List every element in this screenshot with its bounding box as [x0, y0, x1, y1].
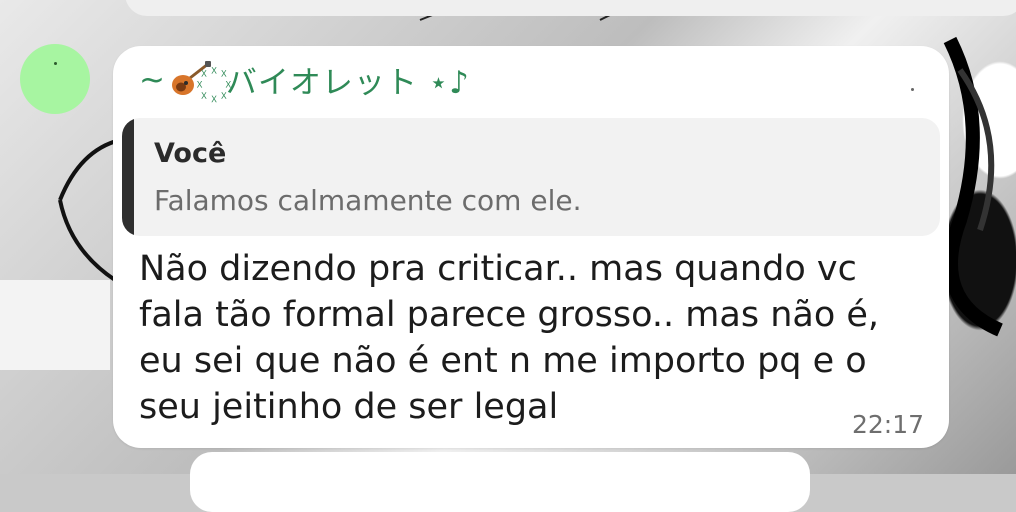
next-message-bubble — [190, 452, 810, 512]
quote-author: Você — [154, 138, 227, 169]
guitar-icon — [168, 60, 212, 100]
sender-name[interactable]: ~ ꙰ バイオレット ⋆♪ — [139, 58, 470, 102]
sender-avatar[interactable] — [20, 44, 90, 114]
sender-name-suffix: ꙰ バイオレット ⋆♪ — [213, 65, 470, 101]
message-line: eu sei que não é ent n me importo pq e o — [139, 341, 867, 381]
sender-name-prefix: ~ — [139, 62, 166, 98]
message-line: fala tão formal parece grosso.. mas não … — [139, 295, 880, 335]
quote-text: Falamos calmamente com ele. — [154, 184, 582, 217]
quote-accent-bar — [122, 118, 134, 236]
quoted-reply[interactable]: Você Falamos calmamente com ele. — [122, 118, 940, 236]
message-line: seu jeitinho de ser legal — [139, 387, 559, 427]
message-text: Não dizendo pra criticar.. mas quando vc… — [139, 246, 909, 430]
message-line: Não dizendo pra criticar.. mas quando vc — [139, 249, 857, 289]
previous-message-bubble — [125, 0, 1016, 16]
status-dot — [911, 88, 914, 91]
message-timestamp: 22:17 — [852, 410, 925, 439]
